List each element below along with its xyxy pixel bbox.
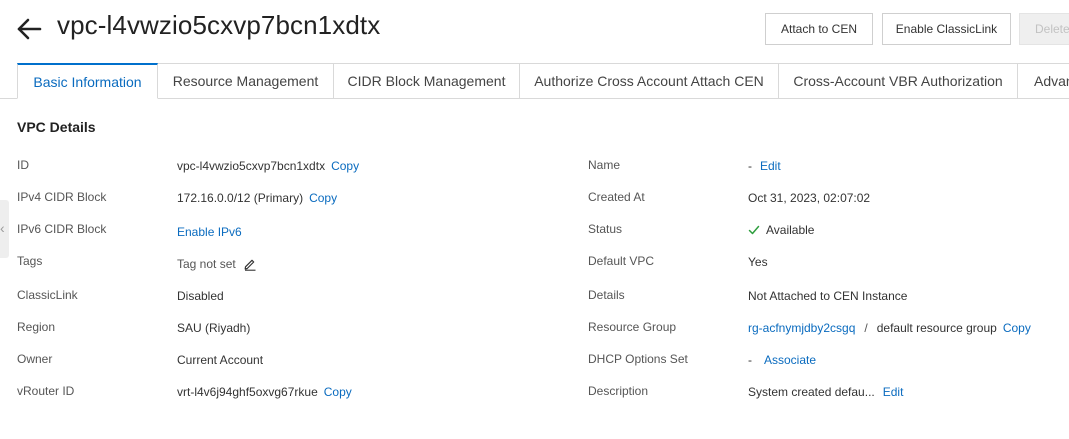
copy-vpc-id-link[interactable]: Copy — [331, 159, 359, 173]
classiclink-value-row: Disabled — [177, 286, 224, 306]
resource-group-id-link[interactable]: rg-acfnymjdby2csgq — [748, 321, 855, 335]
description-value: System created defau... — [748, 385, 875, 399]
created-at-label: Created At — [588, 190, 645, 204]
resource-group-separator: / — [864, 321, 868, 335]
copy-vrouter-id-link[interactable]: Copy — [324, 385, 352, 399]
tags-value-row: Tag not set — [177, 254, 257, 274]
details-value-row: Not Attached to CEN Instance — [748, 286, 907, 306]
owner-value-row: Current Account — [177, 350, 263, 370]
vrouter-label: vRouter ID — [17, 384, 75, 398]
tags-value: Tag not set — [177, 257, 236, 271]
attach-to-cen-button[interactable]: Attach to CEN — [765, 13, 873, 45]
description-value-row: System created defau... Edit — [748, 382, 903, 402]
region-label: Region — [17, 320, 56, 334]
enable-ipv6-link[interactable]: Enable IPv6 — [177, 225, 242, 239]
delete-button[interactable]: Delete — [1019, 13, 1069, 45]
tab-cidr-block-management[interactable]: CIDR Block Management — [334, 63, 520, 99]
check-icon — [748, 224, 760, 236]
ipv4-value-row: 172.16.0.0/12 (Primary) Copy — [177, 188, 337, 208]
created-at-value-row: Oct 31, 2023, 02:07:02 — [748, 188, 870, 208]
default-vpc-label: Default VPC — [588, 254, 655, 268]
edit-name-link[interactable]: Edit — [760, 159, 781, 173]
chevron-left-icon: ‹ — [0, 220, 5, 236]
region-value: SAU (Riyadh) — [177, 321, 251, 335]
edit-description-link[interactable]: Edit — [883, 385, 904, 399]
id-value-row: vpc-l4vwzio5cxvp7bcn1xdtx Copy — [177, 156, 359, 176]
tab-advanced[interactable]: Advan — [1018, 63, 1069, 99]
ipv6-value-row: Enable IPv6 — [177, 222, 242, 242]
details-value: Not Attached to CEN Instance — [748, 289, 908, 303]
copy-resource-group-link[interactable]: Copy — [1003, 321, 1031, 335]
ipv6-label: IPv6 CIDR Block — [17, 222, 107, 236]
vrouter-id-value: vrt-l4v6j94ghf5oxvg67rkue — [177, 385, 318, 399]
created-at-value: Oct 31, 2023, 02:07:02 — [748, 191, 871, 205]
default-vpc-value-row: Yes — [748, 252, 768, 272]
resource-group-name: default resource group — [876, 321, 997, 335]
vpc-id-value: vpc-l4vwzio5cxvp7bcn1xdtx — [177, 159, 326, 173]
status-label: Status — [588, 222, 623, 236]
page-header: vpc-l4vwzio5cxvp7bcn1xdtx Attach to CEN … — [0, 0, 1069, 62]
name-value-row: - Edit — [748, 156, 781, 176]
details-label: Details — [588, 288, 625, 302]
tab-authorize-cross-account-attach-cen[interactable]: Authorize Cross Account Attach CEN — [520, 63, 779, 99]
tab-basic-information[interactable]: Basic Information — [17, 63, 158, 99]
enable-classiclink-button[interactable]: Enable ClassicLink — [882, 13, 1011, 45]
name-value: - — [748, 159, 752, 173]
dhcp-options-value-row: - Associate — [748, 350, 816, 370]
back-arrow-icon[interactable] — [14, 14, 44, 44]
tab-cross-account-vbr-authorization[interactable]: Cross-Account VBR Authorization — [779, 63, 1018, 99]
vrouter-value-row: vrt-l4v6j94ghf5oxvg67rkue Copy — [177, 382, 352, 402]
id-label: ID — [17, 158, 29, 172]
classiclink-value: Disabled — [177, 289, 224, 303]
owner-label: Owner — [17, 352, 53, 366]
ipv4-cidr-value: 172.16.0.0/12 (Primary) — [177, 191, 304, 205]
classiclink-label: ClassicLink — [17, 288, 78, 302]
associate-dhcp-link[interactable]: Associate — [764, 353, 816, 367]
sidebar-toggle[interactable]: ‹ — [0, 200, 9, 258]
section-title: VPC Details — [17, 119, 96, 135]
tags-label: Tags — [17, 254, 43, 268]
name-label: Name — [588, 158, 621, 172]
tab-resource-management[interactable]: Resource Management — [158, 63, 334, 99]
region-value-row: SAU (Riyadh) — [177, 318, 250, 338]
resource-group-label: Resource Group — [588, 320, 677, 334]
owner-value: Current Account — [177, 353, 264, 367]
description-label: Description — [588, 384, 649, 398]
resource-group-value-row: rg-acfnymjdby2csgq / default resource gr… — [748, 318, 1031, 338]
status-value-row: Available — [748, 220, 814, 240]
status-value: Available — [766, 223, 815, 237]
page-title: vpc-l4vwzio5cxvp7bcn1xdtx — [57, 10, 381, 40]
copy-ipv4-link[interactable]: Copy — [309, 191, 337, 205]
tab-bar: Basic Information Resource Management CI… — [0, 63, 1069, 99]
dhcp-options-value: - — [748, 353, 752, 367]
dhcp-options-label: DHCP Options Set — [588, 352, 688, 366]
ipv4-label: IPv4 CIDR Block — [17, 190, 107, 204]
edit-icon[interactable] — [243, 257, 257, 271]
default-vpc-value: Yes — [748, 255, 768, 269]
